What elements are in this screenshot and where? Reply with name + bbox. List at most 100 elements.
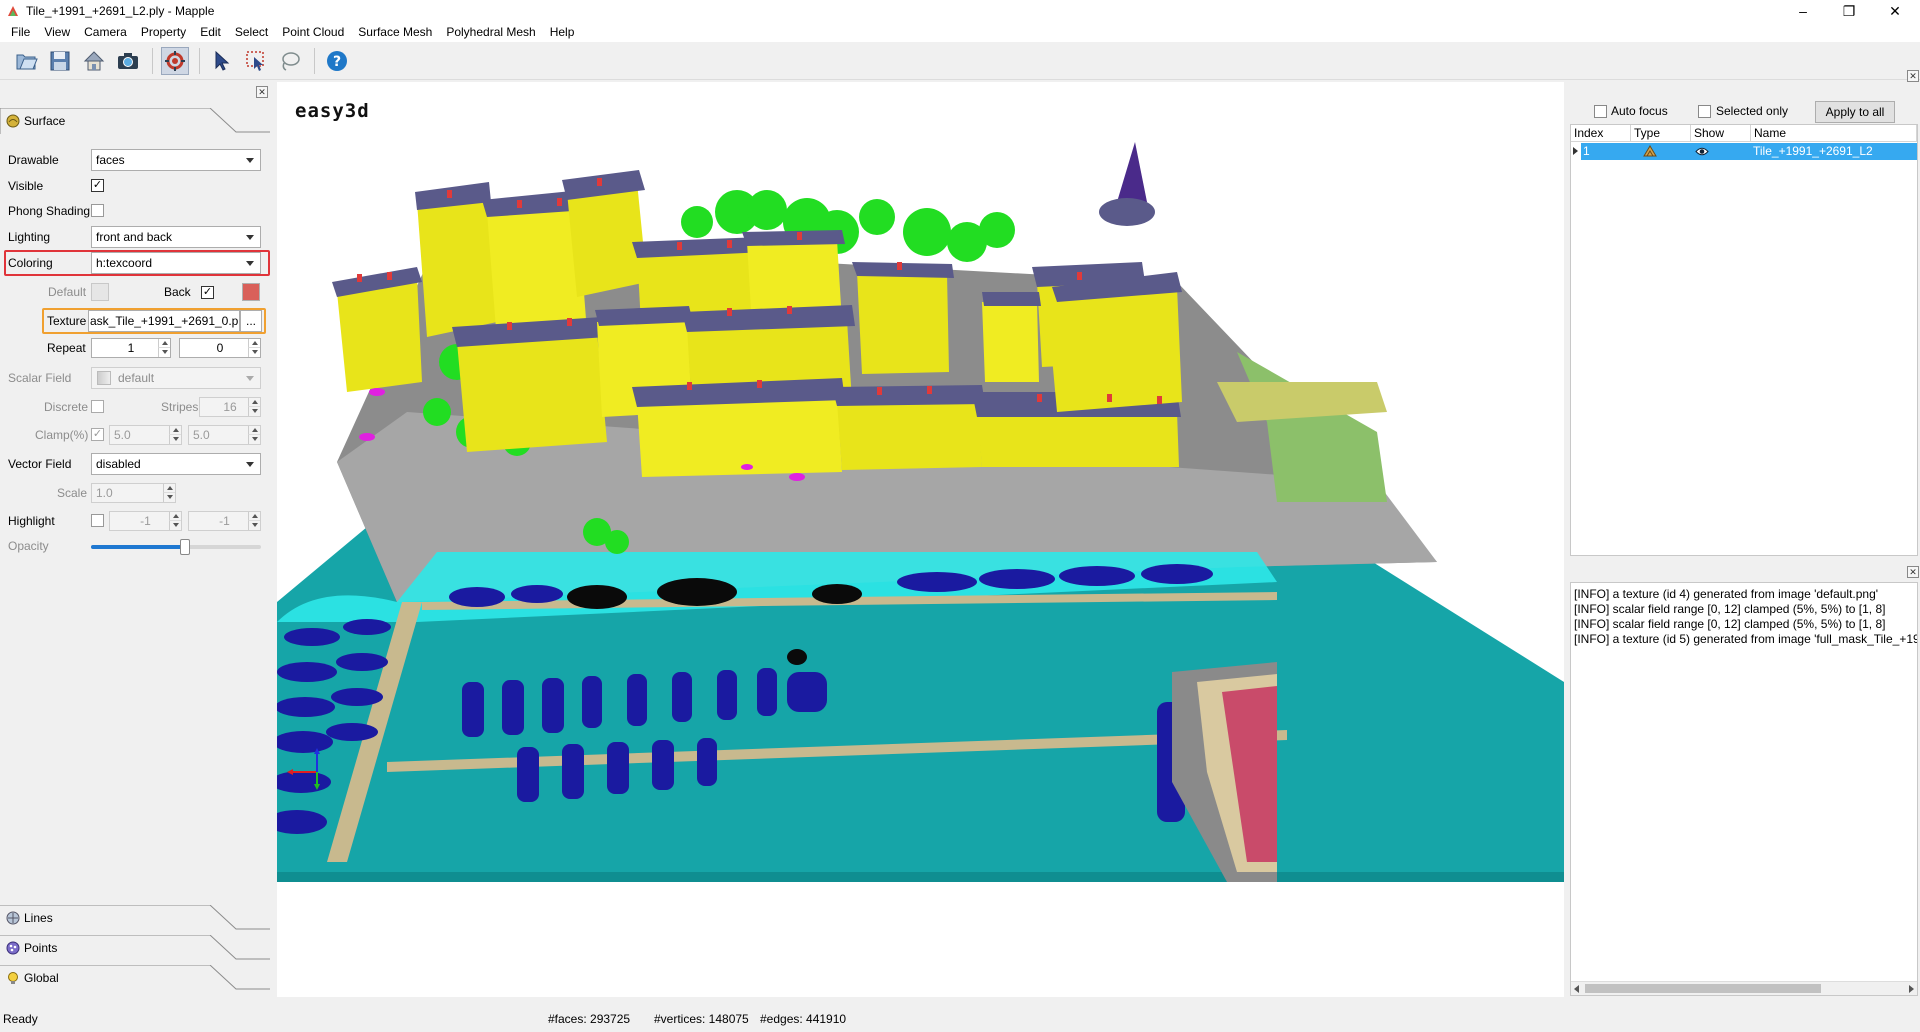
discrete-checkbox[interactable] [91,400,104,413]
spin-up-icon[interactable] [169,512,181,521]
drawable-dropdown[interactable]: faces [91,149,261,171]
spin-down-icon[interactable] [169,521,181,530]
minimize-button[interactable]: – [1780,0,1826,22]
maximize-button[interactable]: ❐ [1826,0,1872,22]
texture-path-field[interactable]: ask_Tile_+1991_+2691_0.png [88,310,240,332]
menu-select[interactable]: Select [228,22,275,42]
menu-camera[interactable]: Camera [77,22,134,42]
spin-up-icon[interactable] [163,484,175,493]
toolbar-separator [199,47,200,74]
rect-select-icon [246,50,264,71]
back-label: Back [164,285,191,299]
menu-property[interactable]: Property [134,22,193,42]
back-color-swatch[interactable] [242,283,260,301]
spin-up-icon[interactable] [248,398,260,407]
window-title: Tile_+1991_+2691_L2.ply - Mapple [26,4,215,18]
phong-shading-checkbox[interactable] [91,204,104,217]
repeat-b-value: 0 [216,341,224,355]
coloring-dropdown[interactable]: h:texcoord [91,252,261,274]
save-button[interactable] [46,47,74,75]
clamp-high-spinbox[interactable]: 5.0 [188,425,261,445]
apply-to-all-button[interactable]: Apply to all [1815,101,1895,123]
repeat-label: Repeat [47,341,86,355]
vector-field-dropdown[interactable]: disabled [91,453,261,475]
repeat-a-spinbox[interactable]: 1 [91,338,171,358]
tab-lines[interactable]: Lines [0,905,270,931]
scroll-right-icon[interactable] [1909,985,1914,993]
opacity-slider[interactable] [91,539,261,555]
models-panel: ✕ Auto focus Selected only Apply to all … [1568,70,1920,998]
tab-points[interactable]: Points [0,935,270,961]
select-button[interactable] [208,47,236,75]
open-button[interactable] [12,47,40,75]
menu-polyhedral-mesh[interactable]: Polyhedral Mesh [439,22,542,42]
panel-close-icon[interactable]: ✕ [1907,70,1919,82]
spin-down-icon[interactable] [248,407,260,416]
repeat-b-spinbox[interactable]: 0 [179,338,261,358]
spin-down-icon[interactable] [248,435,260,444]
menu-point-cloud[interactable]: Point Cloud [275,22,351,42]
highlight-min-spinbox[interactable]: -1 [109,511,182,531]
spin-down-icon[interactable] [248,521,260,530]
stripes-spinbox[interactable]: 16 [199,397,261,417]
column-header-name[interactable]: Name [1751,125,1917,142]
clamp-low-spinbox[interactable]: 5.0 [109,425,182,445]
scroll-left-icon[interactable] [1574,985,1579,993]
column-header-index[interactable]: Index [1571,125,1631,142]
spin-up-icon[interactable] [248,426,260,435]
opacity-slider-handle[interactable] [179,539,190,555]
highlight-max-spinbox[interactable]: -1 [188,511,261,531]
highlight-checkbox[interactable] [91,514,104,527]
spin-down-icon[interactable] [169,435,181,444]
spin-up-icon[interactable] [248,339,260,348]
menu-surface-mesh[interactable]: Surface Mesh [351,22,439,42]
title-bar: Tile_+1991_+2691_L2.ply - Mapple – ❐ ✕ [0,0,1920,22]
manipulate-button[interactable] [161,46,189,75]
menu-view[interactable]: View [37,22,77,42]
spin-down-icon[interactable] [248,348,260,357]
log-close-icon[interactable]: ✕ [1907,566,1919,578]
clamp-checkbox[interactable]: ✓ [91,428,104,441]
help-button[interactable]: ? [323,47,351,75]
snapshot-button[interactable] [114,47,142,75]
expand-arrow-icon[interactable] [1573,147,1578,155]
back-checkbox[interactable]: ✓ [201,286,214,299]
spin-up-icon[interactable] [248,512,260,521]
panel-close-icon[interactable]: ✕ [256,86,268,98]
scale-spinbox[interactable]: 1.0 [91,483,176,503]
lighting-dropdown[interactable]: front and back [91,226,261,248]
horizontal-scrollbar[interactable] [1571,981,1917,995]
home-button[interactable] [80,47,108,75]
open-icon [16,54,38,69]
rect-select-button[interactable] [242,47,270,75]
lasso-select-button[interactable] [276,47,304,75]
tab-surface[interactable]: Surface [0,108,270,134]
menu-file[interactable]: File [4,22,37,42]
close-window-button[interactable]: ✕ [1872,0,1918,22]
spin-down-icon[interactable] [158,348,170,357]
spin-up-icon[interactable] [169,426,181,435]
visible-label: Visible [8,179,44,193]
column-header-show[interactable]: Show [1691,125,1751,142]
eye-visible-icon[interactable] [1695,146,1709,157]
clamp-label: Clamp(%) [35,428,89,442]
toolbar-separator [314,47,315,74]
visible-checkbox[interactable]: ✓ [91,179,104,192]
column-header-type[interactable]: Type [1631,125,1691,142]
auto-focus-checkbox[interactable] [1594,105,1607,118]
table-row[interactable]: 1 Tile_+1991_+2691_L2 [1581,143,1917,160]
menu-edit[interactable]: Edit [193,22,228,42]
spin-up-icon[interactable] [158,339,170,348]
scalar-field-dropdown[interactable]: default [91,367,261,389]
snapshot-camera-icon [118,52,138,69]
scrollbar-thumb[interactable] [1585,984,1821,993]
selected-only-checkbox[interactable] [1698,105,1711,118]
3d-viewport[interactable]: easy3d [277,82,1564,997]
spin-down-icon[interactable] [163,493,175,502]
tab-global[interactable]: Global [0,965,270,991]
texture-browse-button[interactable]: ... [240,310,262,332]
default-color-swatch[interactable] [91,283,109,301]
scale-value: 1.0 [96,486,113,500]
menu-help[interactable]: Help [543,22,582,42]
status-faces: #faces: 293725 [548,1012,631,1026]
